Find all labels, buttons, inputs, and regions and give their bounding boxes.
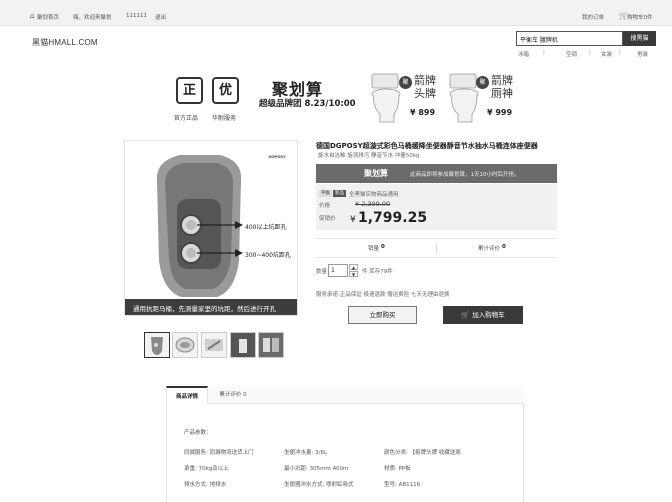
service-badge: 优 (212, 77, 239, 104)
param-cell: 同城服务: 同城物流送货上门 (184, 450, 254, 456)
quantity-input[interactable]: 1 (328, 264, 348, 277)
separator: | (589, 50, 591, 56)
top-bar: ⌂ 聚划首页 嗨，欢迎来聚划 111111 退出 我的订单 🛒 购物车0件 (0, 0, 672, 26)
param-cell: 坐便器冲水方式: 喷射虹吸式 (284, 482, 354, 488)
product-subtitle: 旋水自洁釉 旋涡排污 静音节水 冲量50kg (318, 153, 420, 159)
ad-price: ¥ 999 (487, 108, 513, 117)
welcome-text: 嗨，欢迎来聚划 (73, 15, 112, 21)
add-to-cart-label: 加入购物车 (472, 311, 505, 319)
param-cell: 坐便冲水量: 3/6L (284, 450, 328, 456)
ad-price: ¥ 899 (410, 108, 436, 117)
product-thumbnail[interactable] (144, 332, 170, 358)
param-cell: 材质: PP板 (384, 466, 411, 472)
separator: | (543, 50, 545, 56)
banner-subtitle: 超级品牌团 8.23/10:00 (259, 99, 356, 109)
product-thumbnail[interactable] (201, 332, 227, 358)
image-caption: 通用抗距马桶，先测量家里的坑距，然后进行开孔 (133, 305, 276, 313)
param-cell: 最小坑距: 305mm 400m (284, 466, 349, 472)
param-cell: 颜色分类: 【箭牌头牌 收藏送原 (384, 450, 461, 456)
add-to-cart-button[interactable]: 🛒 加入购物车 (443, 306, 523, 324)
promo-label: 促销价 (319, 216, 336, 222)
param-cell: 排水方式: 地排水 (184, 482, 227, 488)
cart-link[interactable]: 购物车0件 (627, 13, 653, 21)
service-promise: 服务承诺 正品保证 极速退款 赠运费险 七天无理由退换 (316, 292, 450, 298)
sales-value: 0 (381, 244, 385, 250)
separator: | (619, 50, 621, 56)
quantity-decrease-button[interactable]: ▼ (349, 271, 358, 277)
product-thumbnail[interactable] (172, 332, 198, 358)
juhuasuan-bar: 聚划算 此商品即将参加聚划算，1天10小时后开抢。 (316, 164, 557, 183)
ad-line: 头牌 (414, 87, 436, 100)
params-title: 产品参数： (184, 430, 212, 436)
reviews-label[interactable]: 累计评价 (478, 244, 500, 252)
ad-line: 厕神 (491, 87, 513, 100)
sales-stats (316, 238, 557, 258)
home-icon[interactable]: ⌂ (30, 12, 34, 20)
ad-line: 箭牌 (414, 74, 436, 87)
search-input[interactable]: 平衡车 腰牌机 (516, 31, 623, 46)
ad-badge: 聚 (399, 76, 412, 89)
buy-now-button[interactable]: 立即购买 (348, 306, 417, 324)
brand-mark: DGPOSY (268, 154, 285, 159)
param-cell: 承重: 70kg及以上 (184, 466, 229, 472)
category-tag: 平板 (319, 190, 332, 197)
service-note: 全黑猫实物商品通用 (349, 192, 399, 198)
price-label: 价格 (319, 203, 331, 209)
new-tag: 新品 (333, 190, 346, 197)
ad-line: 箭牌 (491, 74, 513, 87)
quantity-label: 数量 (316, 269, 328, 275)
currency-symbol: ¥ (350, 215, 356, 225)
ad-badge: 聚 (476, 76, 489, 89)
search-button[interactable]: 搜黑猫 (623, 31, 656, 46)
product-title: 德国DGPOSY超漩式彩色马桶缓降坐便器静音节水抽水马桶连体座便器 (316, 142, 538, 150)
service-caption: 华耐服务 (212, 115, 237, 122)
sales-label: 销量 (368, 246, 380, 252)
hotword-link[interactable]: 冰箱 (518, 50, 529, 58)
juhuasuan-logo: 聚划算 (364, 169, 388, 178)
juhuasuan-note: 此商品即将参加聚划算，1天10小时后开抢。 (410, 172, 520, 178)
authentic-caption: 官方正品 (174, 115, 199, 122)
cart-icon: 🛒 (461, 311, 470, 319)
product-thumbnail[interactable] (258, 332, 284, 358)
hotword-link[interactable]: 女装 (601, 50, 612, 58)
hotword-link[interactable]: 男装 (637, 50, 648, 58)
stock-text: 件 库存79件 (362, 269, 393, 275)
authentic-badge: 正 (176, 77, 203, 104)
tab-reviews[interactable]: 累计评价 0 (212, 386, 254, 404)
product-main-image[interactable]: DGPOSY 400以上坑距孔 300~400坑距孔 通用抗距马桶，先测量家里的… (124, 140, 298, 316)
my-orders-link[interactable]: 我的订单 (582, 13, 604, 21)
original-price: ¥ 2,399.00 (355, 200, 391, 208)
logout-link[interactable]: 退出 (155, 13, 166, 21)
home-link[interactable]: 聚划首页 (37, 13, 59, 21)
product-thumbnail[interactable] (230, 332, 256, 358)
quantity-increase-button[interactable]: ▲ (349, 264, 358, 270)
param-cell: 型号: AB1116 (384, 482, 421, 488)
hotword-link[interactable]: 空调 (566, 50, 577, 58)
site-logo[interactable]: 黑猫HMALL.COM (32, 37, 98, 48)
reviews-value: 0 (502, 244, 506, 250)
annotation-400: 400以上坑距孔 (245, 224, 287, 231)
tab-product-details[interactable]: 商品详情 (166, 386, 208, 404)
promo-price: 1,799.25 (358, 210, 428, 226)
annotation-300-400: 300~400坑距孔 (245, 252, 291, 259)
username-link[interactable]: 111111 (126, 13, 147, 19)
